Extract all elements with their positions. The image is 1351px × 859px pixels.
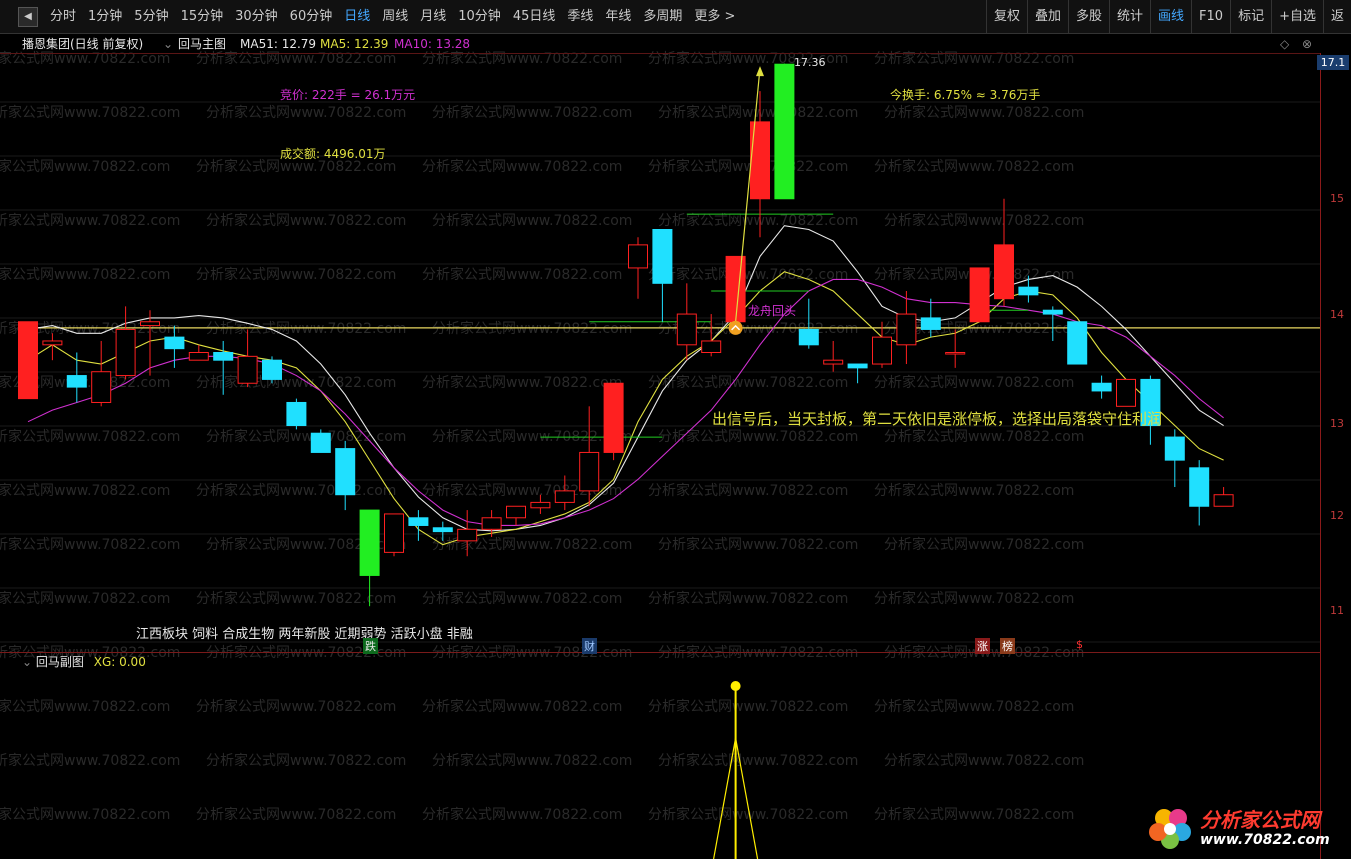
- candle-body: [115, 328, 136, 377]
- candle-body: [1116, 378, 1136, 407]
- xg-value: XG: 0.00: [93, 655, 146, 669]
- sub-indicator-name[interactable]: 回马副图: [36, 655, 84, 669]
- high-price-label: 17.36: [794, 56, 826, 69]
- candle-body: [798, 328, 819, 346]
- ma-lines: [27, 225, 1224, 546]
- price-tick-3: 12: [1330, 509, 1344, 522]
- candle-body: [408, 517, 429, 526]
- signal-dot-icon: [728, 320, 743, 335]
- candle-body: [18, 321, 38, 400]
- bid-annotation: 竞价: 222手 = 26.1万元: [280, 88, 416, 102]
- candle-body: [66, 375, 87, 388]
- candles: [18, 63, 1234, 607]
- sub-chart: [713, 681, 759, 859]
- candle-body: [140, 321, 160, 327]
- candle-body: [481, 517, 502, 530]
- flag-bang[interactable]: 榜: [1000, 638, 1015, 654]
- candle-body: [579, 451, 600, 492]
- sub-signal-dot: [730, 681, 741, 691]
- candle-body: [554, 490, 575, 503]
- signal-label: 龙舟回头: [748, 304, 797, 318]
- flower-logo-icon: [1149, 809, 1191, 849]
- chevron-down-icon[interactable]: ⌄: [22, 655, 32, 669]
- candle-body: [91, 371, 112, 403]
- candle-body: [457, 528, 478, 542]
- candle-body: [652, 229, 673, 284]
- candle-body: [384, 513, 404, 553]
- strategy-comment: 出信号后，当天封板，第二天依旧是涨停板，选择出局落袋守住利润: [712, 410, 1163, 428]
- candle-body: [725, 255, 746, 323]
- logo-url: www.70822.com: [1200, 832, 1330, 848]
- candle-body: [286, 401, 307, 427]
- candle-body: [335, 448, 356, 496]
- grid-lines: [0, 101, 1320, 643]
- candle-body: [994, 244, 1014, 300]
- candle-body: [628, 244, 648, 269]
- candle-body: [188, 352, 209, 361]
- flag-die[interactable]: 跌: [363, 638, 378, 654]
- candle-body: [310, 432, 331, 453]
- flag-zhang[interactable]: 涨: [975, 638, 990, 654]
- candle-body: [359, 509, 380, 576]
- sub-info-row: ⌄ 回马副图 XG: 0.00: [22, 654, 146, 670]
- candle-body: [1091, 382, 1112, 392]
- candle-body: [701, 340, 722, 353]
- kline-chart[interactable]: [0, 0, 1351, 859]
- candle-body: [1213, 494, 1234, 507]
- candle-body: [896, 313, 917, 346]
- concept-tags: 江西板块 饲料 合成生物 两年新股 近期弱势 活跃小盘 非融: [136, 627, 473, 642]
- candle-body: [1067, 321, 1088, 365]
- candle-body: [676, 313, 697, 346]
- price-tick-0: 15: [1330, 192, 1344, 205]
- arrow-up-icon: [756, 66, 764, 77]
- ma-white-line: [27, 225, 1224, 532]
- price-tick-4: 11: [1330, 604, 1344, 617]
- candle-body: [774, 63, 795, 200]
- candle-body: [969, 267, 990, 323]
- candle-body: [945, 352, 966, 355]
- candle-body: [1164, 436, 1185, 461]
- turnover-annotation: 今换手: 6.75% ≈ 3.76万手: [890, 88, 1041, 102]
- flag-cai[interactable]: 财: [582, 638, 597, 654]
- candle-body: [432, 527, 453, 533]
- candle-body: [262, 359, 282, 380]
- sub-chart-separator[interactable]: [0, 652, 1320, 653]
- candle-body: [920, 317, 941, 330]
- candle-body: [1042, 309, 1063, 315]
- candle-body: [823, 359, 844, 365]
- amount-annotation: 成交额: 4496.01万: [280, 147, 386, 161]
- flag-dollar[interactable]: $: [1076, 638, 1083, 651]
- candle-body: [164, 336, 185, 350]
- price-tick-1: 14: [1330, 308, 1344, 321]
- candle-body: [603, 382, 624, 453]
- candle-body: [213, 352, 234, 361]
- candle-body: [872, 336, 892, 365]
- candle-body: [237, 355, 258, 384]
- candle-body: [530, 501, 551, 509]
- candle-body: [42, 340, 63, 346]
- candle-body: [847, 363, 868, 369]
- site-logo: 分析家公式网 www.70822.com: [1142, 800, 1342, 854]
- last-price-tag: 17.1: [1317, 55, 1349, 70]
- logo-title: 分析家公式网: [1200, 808, 1320, 832]
- main-top-separator: [0, 53, 1320, 54]
- price-tick-2: 13: [1330, 417, 1344, 430]
- price-axis-line: [1320, 53, 1321, 859]
- candle-body: [506, 505, 526, 519]
- candle-body: [1018, 286, 1039, 296]
- candle-body: [1189, 467, 1210, 507]
